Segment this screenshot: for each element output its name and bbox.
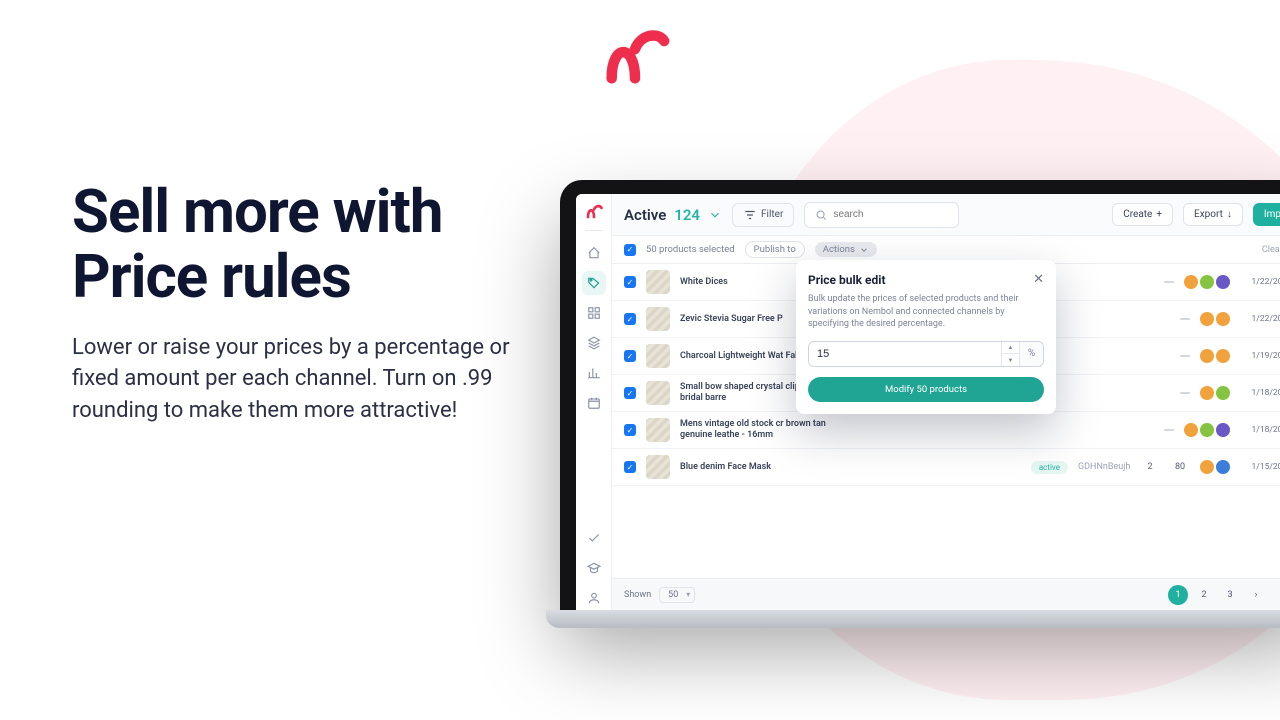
calendar-icon[interactable]	[582, 391, 606, 415]
laptop-mockup: Active 124 Filter Create	[560, 180, 1280, 630]
clear-selection[interactable]: Clear al	[1262, 245, 1280, 255]
row-checkbox[interactable]	[624, 387, 636, 399]
create-button[interactable]: Create +	[1112, 203, 1173, 226]
channel-badges	[1200, 460, 1230, 474]
chevron-down-icon	[708, 208, 722, 222]
table-footer: Shown 50 123 › »	[612, 578, 1280, 610]
layers-icon[interactable]	[582, 331, 606, 355]
date-text: 1/22/2024	[1240, 277, 1280, 287]
chart-icon[interactable]	[582, 361, 606, 385]
export-button[interactable]: Export ↓	[1183, 203, 1243, 226]
filter-label: Filter	[761, 209, 783, 220]
page-3[interactable]: 3	[1220, 585, 1240, 605]
search-field[interactable]	[804, 202, 959, 228]
active-tab[interactable]: Active 124	[624, 206, 722, 224]
topbar: Active 124 Filter Create	[612, 194, 1280, 236]
close-icon[interactable]: ✕	[1033, 272, 1044, 287]
step-down-icon[interactable]: ▼	[1002, 354, 1019, 366]
home-icon[interactable]	[582, 241, 606, 265]
brand-logo	[600, 20, 670, 94]
number-stepper[interactable]: ▲▼	[1001, 342, 1019, 366]
actions-dropdown[interactable]: Actions	[815, 242, 877, 257]
search-input[interactable]	[833, 209, 948, 220]
price-text: 80	[1170, 462, 1190, 472]
product-thumbnail	[646, 418, 670, 442]
filter-button[interactable]: Filter	[732, 203, 794, 227]
product-thumbnail	[646, 270, 670, 294]
search-icon	[815, 208, 827, 222]
hero-subtitle: Lower or raise your prices by a percenta…	[72, 332, 552, 428]
product-thumbnail	[646, 307, 670, 331]
placeholder-icon	[1180, 355, 1190, 357]
publish-to-button[interactable]: Publish to	[745, 241, 805, 258]
row-checkbox[interactable]	[624, 313, 636, 325]
channel-badges	[1200, 386, 1230, 400]
percentage-input-group: ▲▼ %	[808, 341, 1044, 367]
modal-description: Bulk update the prices of selected produ…	[808, 293, 1044, 331]
date-text: 1/18/2024	[1240, 388, 1280, 398]
date-text: 1/15/2024	[1240, 462, 1280, 472]
status-badge: active	[1031, 461, 1068, 474]
sku-text: GDHNnBeujh	[1078, 462, 1130, 472]
row-checkbox[interactable]	[624, 461, 636, 473]
product-thumbnail	[646, 455, 670, 479]
import-button[interactable]: Imp	[1253, 203, 1280, 226]
row-checkbox[interactable]	[624, 424, 636, 436]
shown-label: Shown	[624, 590, 651, 600]
create-label: Create	[1123, 209, 1152, 220]
unit-label: %	[1019, 342, 1043, 366]
product-name: Mens vintage old stock cr brown tan genu…	[680, 419, 850, 441]
product-thumbnail	[646, 381, 670, 405]
placeholder-icon	[1180, 318, 1190, 320]
date-text: 1/19/2024	[1240, 351, 1280, 361]
channel-badges	[1184, 423, 1230, 437]
page-2[interactable]: 2	[1194, 585, 1214, 605]
avatar-icon[interactable]	[582, 586, 606, 610]
page-size-select[interactable]: 50	[659, 587, 695, 603]
actions-label: Actions	[823, 244, 855, 255]
pagination: 123 › »	[1168, 585, 1280, 605]
date-text: 1/22/2024	[1240, 314, 1280, 324]
export-label: Export	[1194, 209, 1223, 220]
filter-icon	[743, 208, 757, 222]
import-label: Imp	[1264, 209, 1280, 220]
app-screen: Active 124 Filter Create	[576, 194, 1280, 610]
price-bulk-edit-modal: Price bulk edit ✕ Bulk update the prices…	[796, 260, 1056, 414]
placeholder-icon	[1180, 392, 1190, 394]
table-row[interactable]: Blue denim Face Mask active GDHNnBeujh 2…	[612, 449, 1280, 486]
modal-title: Price bulk edit	[808, 273, 886, 287]
page-last[interactable]: »	[1272, 585, 1280, 605]
chevron-down-icon	[859, 245, 869, 255]
channel-badges	[1200, 312, 1230, 326]
select-all-checkbox[interactable]	[624, 244, 636, 256]
row-checkbox[interactable]	[624, 276, 636, 288]
date-text: 1/18/2024	[1240, 425, 1280, 435]
check-icon[interactable]	[582, 526, 606, 550]
table-row[interactable]: Mens vintage old stock cr brown tan genu…	[612, 412, 1280, 449]
sidebar	[576, 194, 612, 610]
active-tab-count: 124	[674, 206, 700, 224]
channel-badges	[1200, 349, 1230, 363]
download-icon: ↓	[1227, 209, 1232, 220]
percentage-input[interactable]	[809, 342, 1001, 366]
grid-icon[interactable]	[582, 301, 606, 325]
tag-icon[interactable]	[582, 271, 606, 295]
placeholder-icon	[1164, 429, 1174, 431]
placeholder-icon	[1164, 281, 1174, 283]
qty-text: 2	[1140, 462, 1160, 472]
hero-title: Sell more with Price rules	[72, 180, 552, 310]
plus-icon: +	[1156, 209, 1162, 220]
page-next[interactable]: ›	[1246, 585, 1266, 605]
step-up-icon[interactable]: ▲	[1002, 342, 1019, 355]
selected-count: 50 products selected	[646, 244, 735, 255]
graduation-icon[interactable]	[582, 556, 606, 580]
row-checkbox[interactable]	[624, 350, 636, 362]
active-tab-label: Active	[624, 206, 666, 224]
sidebar-logo-icon	[585, 202, 603, 220]
product-thumbnail	[646, 344, 670, 368]
product-name: Blue denim Face Mask	[680, 462, 850, 473]
page-1[interactable]: 1	[1168, 585, 1188, 605]
channel-badges	[1184, 275, 1230, 289]
modify-products-button[interactable]: Modify 50 products	[808, 377, 1044, 402]
